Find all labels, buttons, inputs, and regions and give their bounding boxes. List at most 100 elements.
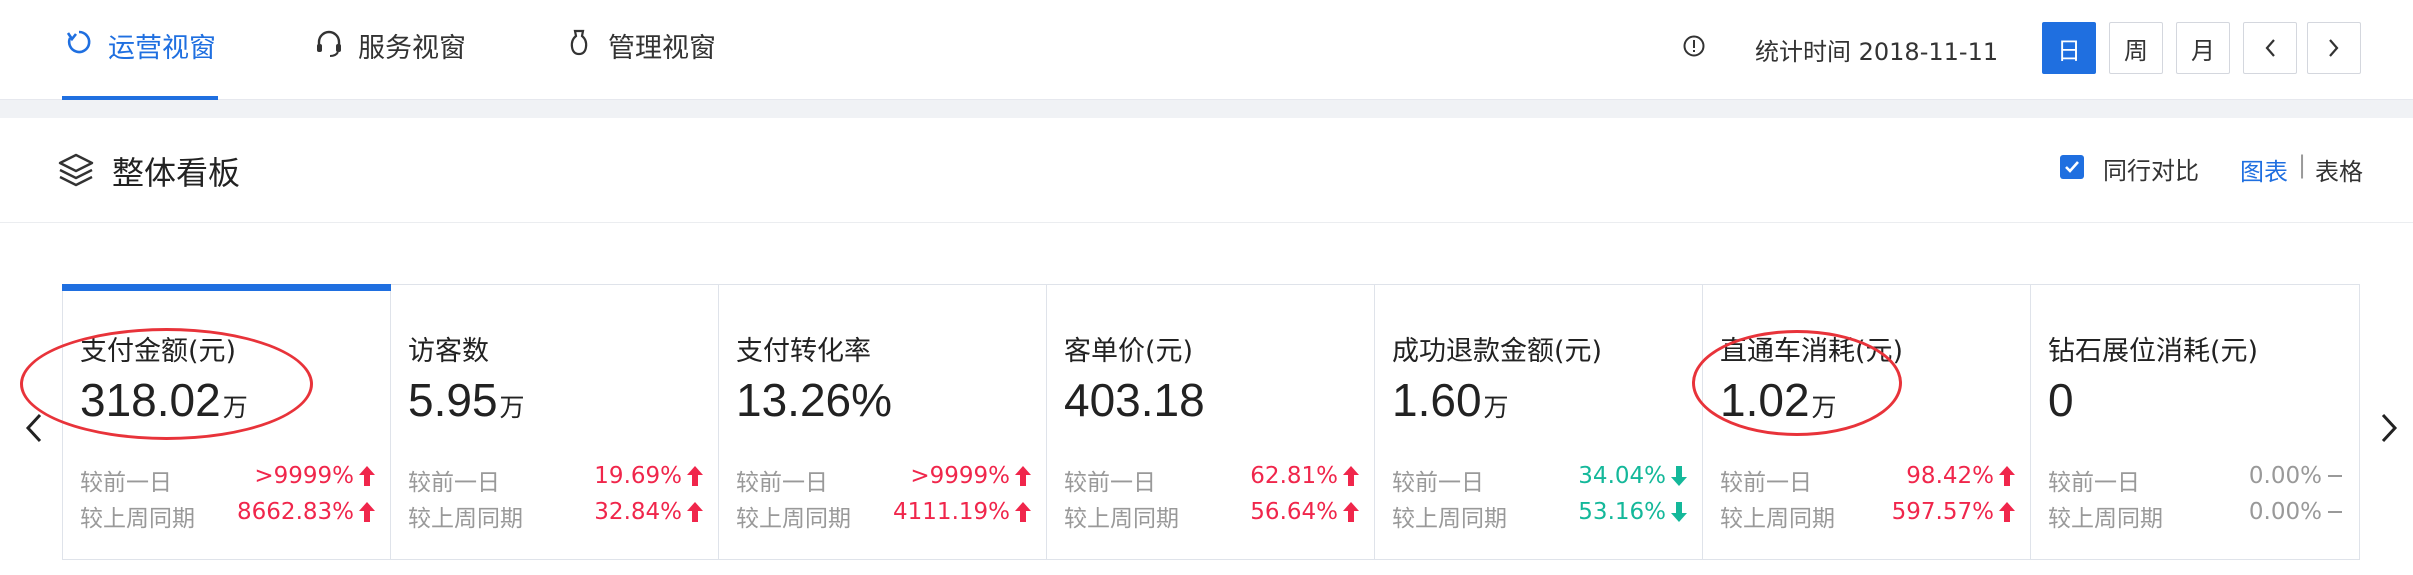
info-icon[interactable]	[1682, 34, 1706, 58]
week-compare-label: 较上周同期	[408, 506, 523, 532]
week-compare-value: 56.64%	[1250, 499, 1338, 525]
metric-title: 支付金额(元)	[80, 336, 237, 367]
arrow-up-icon	[686, 465, 704, 487]
period-day-button[interactable]: 日	[2042, 22, 2096, 74]
week-compare-value: 0.00%	[2248, 499, 2322, 525]
metric-value: 1.02万	[1720, 374, 1837, 426]
metric-title: 客单价(元)	[1064, 336, 1194, 367]
arrow-up-icon	[1998, 501, 2016, 523]
week-compare-label: 较上周同期	[1064, 506, 1179, 532]
arrow-up-icon	[358, 465, 376, 487]
metric-unit: 万	[1483, 394, 1509, 422]
tab-label: 服务视窗	[358, 33, 466, 64]
metric-title: 成功退款金额(元)	[1392, 336, 1603, 367]
arrow-down-icon	[1670, 501, 1688, 523]
tab-management[interactable]: 管理视窗	[562, 26, 716, 100]
metric-unit: 万	[1811, 394, 1837, 422]
headset-icon	[312, 26, 346, 60]
metric-card[interactable]: 支付转化率 13.26% 较前一日 >9999% 较上周同期 4111.19%	[719, 285, 1047, 559]
week-compare-value: 32.84%	[594, 499, 682, 525]
metric-card[interactable]: 钻石展位消耗(元) 0 较前一日 0.00% 较上周同期 0.00%	[2031, 285, 2359, 559]
metric-card[interactable]: 客单价(元) 403.18 较前一日 62.81% 较上周同期 56.64%	[1047, 285, 1375, 559]
week-compare-value: 53.16%	[1578, 499, 1666, 525]
metric-unit: 万	[222, 394, 248, 422]
bulb-icon	[562, 26, 596, 60]
view-separator: |	[2298, 151, 2307, 179]
chevron-right-icon	[2381, 413, 2398, 443]
metric-title: 访客数	[408, 336, 489, 367]
tab-service[interactable]: 服务视窗	[312, 26, 466, 100]
day-compare-label: 较前一日	[736, 470, 828, 496]
tab-label: 运营视窗	[108, 33, 216, 64]
peer-compare-checkbox[interactable]	[2060, 155, 2084, 179]
arrow-up-icon	[1014, 501, 1032, 523]
day-compare-label: 较前一日	[2048, 470, 2140, 496]
carousel-next-button[interactable]	[2375, 403, 2405, 453]
dash-icon	[2326, 501, 2344, 523]
metric-title: 直通车消耗(元)	[1720, 336, 1904, 367]
metric-value: 318.02万	[80, 374, 248, 426]
arrow-up-icon	[1342, 501, 1360, 523]
day-compare-value: 0.00%	[2248, 463, 2322, 489]
metric-value: 1.60万	[1392, 374, 1509, 426]
metric-value: 0	[2048, 374, 2074, 426]
monitor-refresh-icon	[62, 26, 96, 60]
metric-cards: 支付金额(元) 318.02万较前一日 >9999% 较上周同期 8662.83% 访客数…	[62, 284, 2360, 560]
layers-icon	[56, 150, 96, 190]
day-compare-label: 较前一日	[80, 470, 172, 496]
panel-header: 整体看板 同行对比 图表 | 表格	[0, 118, 2413, 223]
day-compare-value: 98.42%	[1906, 463, 1994, 489]
arrow-down-icon	[1670, 465, 1688, 487]
metric-card[interactable]: 成功退款金额(元) 1.60万较前一日 34.04% 较上周同期 53.16%	[1375, 285, 1703, 559]
metric-value: 5.95万	[408, 374, 525, 426]
day-compare-value: >9999%	[254, 463, 354, 489]
arrow-up-icon	[686, 501, 704, 523]
metric-card[interactable]: 访客数 5.95万较前一日 19.69% 较上周同期 32.84%	[391, 285, 719, 559]
arrow-up-icon	[1014, 465, 1032, 487]
top-bar: 运营视窗 服务视窗 管理视窗 统计时间 2018-11-11 日 周 月	[0, 0, 2413, 100]
week-compare-label: 较上周同期	[80, 506, 195, 532]
day-compare-value: >9999%	[910, 463, 1010, 489]
panel-title: 整体看板	[112, 154, 241, 192]
dash-icon	[2326, 465, 2344, 487]
metric-card[interactable]: 支付金额(元) 318.02万较前一日 >9999% 较上周同期 8662.83%	[62, 284, 391, 559]
week-compare-value: 4111.19%	[893, 499, 1010, 525]
arrow-up-icon	[358, 501, 376, 523]
day-compare-label: 较前一日	[1720, 470, 1812, 496]
stat-time: 统计时间 2018-11-11	[1755, 38, 1999, 66]
tab-label: 管理视窗	[608, 33, 716, 64]
metric-unit: 万	[499, 394, 525, 422]
period-week-button[interactable]: 周	[2109, 22, 2163, 74]
week-compare-label: 较上周同期	[736, 506, 851, 532]
week-compare-label: 较上周同期	[1392, 506, 1507, 532]
day-compare-value: 34.04%	[1578, 463, 1666, 489]
next-period-button[interactable]	[2307, 22, 2361, 74]
metric-title: 钻石展位消耗(元)	[2048, 336, 2259, 367]
week-compare-label: 较上周同期	[1720, 506, 1835, 532]
carousel-prev-button[interactable]	[18, 403, 48, 453]
period-month-button[interactable]: 月	[2176, 22, 2230, 74]
tab-operations[interactable]: 运营视窗	[62, 26, 218, 100]
day-compare-label: 较前一日	[408, 470, 500, 496]
check-icon	[2065, 161, 2079, 173]
day-compare-label: 较前一日	[1064, 470, 1156, 496]
metric-title: 支付转化率	[736, 336, 871, 367]
week-compare-value: 8662.83%	[237, 499, 354, 525]
prev-period-button[interactable]	[2243, 22, 2297, 74]
arrow-up-icon	[1998, 465, 2016, 487]
view-table-link[interactable]: 表格	[2315, 152, 2363, 187]
week-compare-value: 597.57%	[1891, 499, 1994, 525]
metric-card[interactable]: 直通车消耗(元) 1.02万较前一日 98.42% 较上周同期 597.57%	[1703, 285, 2031, 559]
chevron-right-icon	[2329, 39, 2339, 57]
day-compare-value: 62.81%	[1250, 463, 1338, 489]
view-chart-link[interactable]: 图表	[2240, 152, 2288, 187]
day-compare-value: 19.69%	[594, 463, 682, 489]
chevron-left-icon	[2265, 39, 2275, 57]
peer-compare-label[interactable]: 同行对比	[2103, 151, 2199, 186]
arrow-up-icon	[1342, 465, 1360, 487]
chevron-left-icon	[25, 413, 42, 443]
day-compare-label: 较前一日	[1392, 470, 1484, 496]
metric-value: 13.26%	[736, 374, 893, 426]
week-compare-label: 较上周同期	[2048, 506, 2163, 532]
metric-value: 403.18	[1064, 374, 1205, 426]
